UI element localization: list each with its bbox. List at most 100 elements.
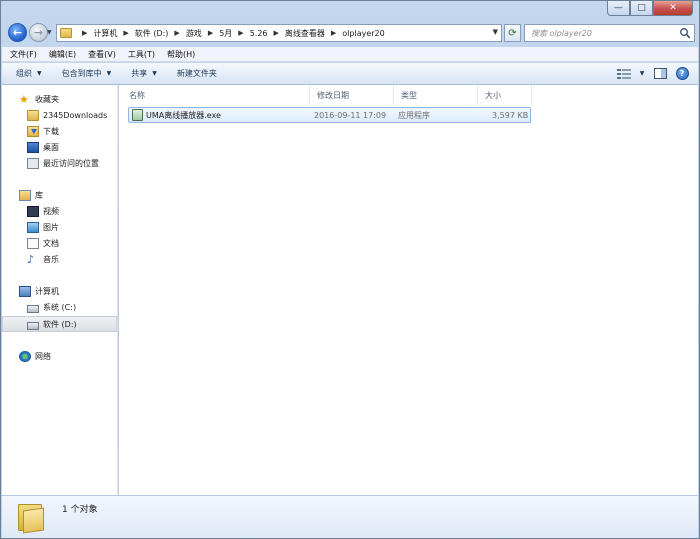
picture-library-icon [27, 221, 39, 233]
drive-icon [27, 321, 39, 330]
breadcrumb-drive-d[interactable]: 软件 (D:) [135, 28, 169, 39]
nav-label: 视频 [43, 206, 59, 216]
chevron-right-icon[interactable]: ▶ [174, 29, 179, 37]
column-header-name[interactable]: 名称 [122, 85, 310, 105]
file-list: 名称 修改日期 类型 大小 UMA离线播放器.exe 2016-09-11 17… [119, 85, 698, 495]
preview-pane-button[interactable] [652, 66, 668, 81]
new-folder-button[interactable]: 新建文件夹 [177, 68, 217, 79]
include-in-library-label: 包含到库中 [61, 69, 102, 78]
nav-libraries[interactable]: 库 [2, 187, 117, 203]
system-drive-icon [27, 304, 39, 313]
chevron-down-icon: ▼ [37, 70, 42, 77]
folder-icon [60, 28, 72, 38]
organize-button[interactable]: 组织 ▼ [16, 68, 42, 79]
item-count: 1 个对象 [62, 505, 98, 515]
back-button[interactable]: ← [8, 23, 27, 42]
maximize-button[interactable]: □ [630, 1, 653, 16]
star-icon: ★ [19, 92, 29, 106]
menu-bar: 文件(F) 编辑(E) 查看(V) 工具(T) 帮助(H) [2, 47, 698, 62]
include-in-library-button[interactable]: 包含到库中 ▼ [62, 68, 112, 79]
chevron-right-icon[interactable]: ▶ [274, 29, 279, 37]
file-modified: 2016-09-11 17:09 [314, 110, 387, 120]
close-button[interactable]: ✕ [653, 1, 693, 16]
chevron-down-icon: ▼ [152, 70, 157, 77]
chevron-right-icon[interactable]: ▶ [208, 29, 213, 37]
menu-view[interactable]: 查看(V) [88, 49, 116, 60]
breadcrumb-olplayer20[interactable]: olplayer20 [342, 29, 384, 38]
view-controls: ▼ ? [610, 66, 690, 81]
folder-icon [27, 109, 39, 121]
nav-label: 文档 [43, 238, 59, 248]
column-header-modified[interactable]: 修改日期 [310, 85, 394, 105]
file-name-cell: UMA离线播放器.exe [132, 108, 221, 122]
chevron-right-icon[interactable]: ▶ [331, 29, 336, 37]
nav-drive-d[interactable]: 软件 (D:) [2, 316, 117, 332]
file-row[interactable]: UMA离线播放器.exe 2016-09-11 17:09 应用程序 3,597… [128, 107, 531, 123]
download-folder-icon [27, 125, 39, 137]
share-button[interactable]: 共享 ▼ [131, 68, 157, 79]
column-header-size[interactable]: 大小 [478, 85, 532, 105]
refresh-icon: ⟳ [508, 27, 517, 39]
share-label: 共享 [131, 69, 148, 78]
view-dropdown[interactable]: ▼ [638, 66, 646, 81]
explorer-window: — □ ✕ ← → ▼ ▶ 计算机 ▶ 软件 (D:) ▶ 游戏 ▶ 5月 ▶ … [0, 0, 700, 539]
nav-2345downloads[interactable]: 2345Downloads [2, 107, 117, 123]
file-name: UMA离线播放器.exe [146, 110, 221, 120]
details-view-icon [617, 68, 631, 79]
breadcrumb-5-26[interactable]: 5.26 [250, 29, 268, 38]
desktop-icon [27, 141, 39, 153]
chevron-right-icon[interactable]: ▶ [82, 29, 87, 37]
folder-icon [18, 501, 46, 534]
column-header-type[interactable]: 类型 [394, 85, 478, 105]
refresh-button[interactable]: ⟳ [504, 24, 521, 42]
menu-edit[interactable]: 编辑(E) [49, 49, 76, 60]
preview-pane-icon [653, 68, 667, 79]
chevron-down-icon[interactable]: ▼ [493, 28, 498, 36]
recent-pages-dropdown[interactable]: ▼ [47, 29, 52, 36]
nav-label: 2345Downloads [43, 110, 108, 120]
nav-recent-places[interactable]: 最近访问的位置 [2, 155, 117, 171]
minimize-button[interactable]: — [607, 1, 630, 16]
chevron-right-icon[interactable]: ▶ [238, 29, 243, 37]
forward-button[interactable]: → [29, 23, 48, 42]
menu-tools[interactable]: 工具(T) [128, 49, 155, 60]
menu-help[interactable]: 帮助(H) [167, 49, 195, 60]
network-icon [19, 350, 31, 362]
nav-label: 库 [35, 190, 43, 200]
breadcrumb-may[interactable]: 5月 [219, 28, 232, 39]
chevron-right-icon[interactable]: ▶ [123, 29, 128, 37]
search-input[interactable]: 搜索 olplayer20 [524, 24, 695, 42]
library-icon [19, 189, 31, 201]
computer-icon [19, 285, 31, 297]
nav-downloads[interactable]: 下载 [2, 123, 117, 139]
caption-buttons: — □ ✕ [607, 1, 693, 16]
nav-desktop[interactable]: 桌面 [2, 139, 117, 155]
music-note-icon: ♪ [27, 252, 35, 266]
breadcrumb-games[interactable]: 游戏 [186, 28, 202, 39]
breadcrumb-offline-viewer[interactable]: 离线查看器 [285, 28, 325, 39]
nav-videos[interactable]: 视频 [2, 203, 117, 219]
chevron-down-icon: ▼ [106, 70, 112, 77]
nav-music[interactable]: ♪ 音乐 [2, 251, 117, 267]
nav-label: 音乐 [43, 254, 59, 264]
nav-computer[interactable]: 计算机 [2, 283, 117, 299]
menu-file[interactable]: 文件(F) [10, 49, 37, 60]
arrow-right-icon: → [33, 26, 44, 39]
breadcrumb-computer[interactable]: 计算机 [93, 28, 117, 39]
nav-documents[interactable]: 文档 [2, 235, 117, 251]
nav-label: 网络 [35, 351, 51, 361]
nav-network[interactable]: 网络 [2, 348, 117, 364]
nav-favorites[interactable]: ★ 收藏夹 [2, 91, 117, 107]
address-bar[interactable]: ▶ 计算机 ▶ 软件 (D:) ▶ 游戏 ▶ 5月 ▶ 5.26 ▶ 离线查看器… [56, 24, 502, 42]
details-pane: 1 个对象 [2, 495, 698, 538]
nav-pictures[interactable]: 图片 [2, 219, 117, 235]
organize-label: 组织 [16, 69, 32, 78]
recent-places-icon [27, 157, 39, 169]
help-button[interactable]: ? [674, 66, 690, 81]
search-icon[interactable] [679, 27, 691, 39]
view-options-button[interactable] [616, 66, 632, 81]
nav-label: 系统 (C:) [43, 302, 77, 312]
nav-drive-c[interactable]: 系统 (C:) [2, 299, 117, 315]
help-icon: ? [675, 67, 689, 80]
executable-icon [132, 109, 143, 121]
